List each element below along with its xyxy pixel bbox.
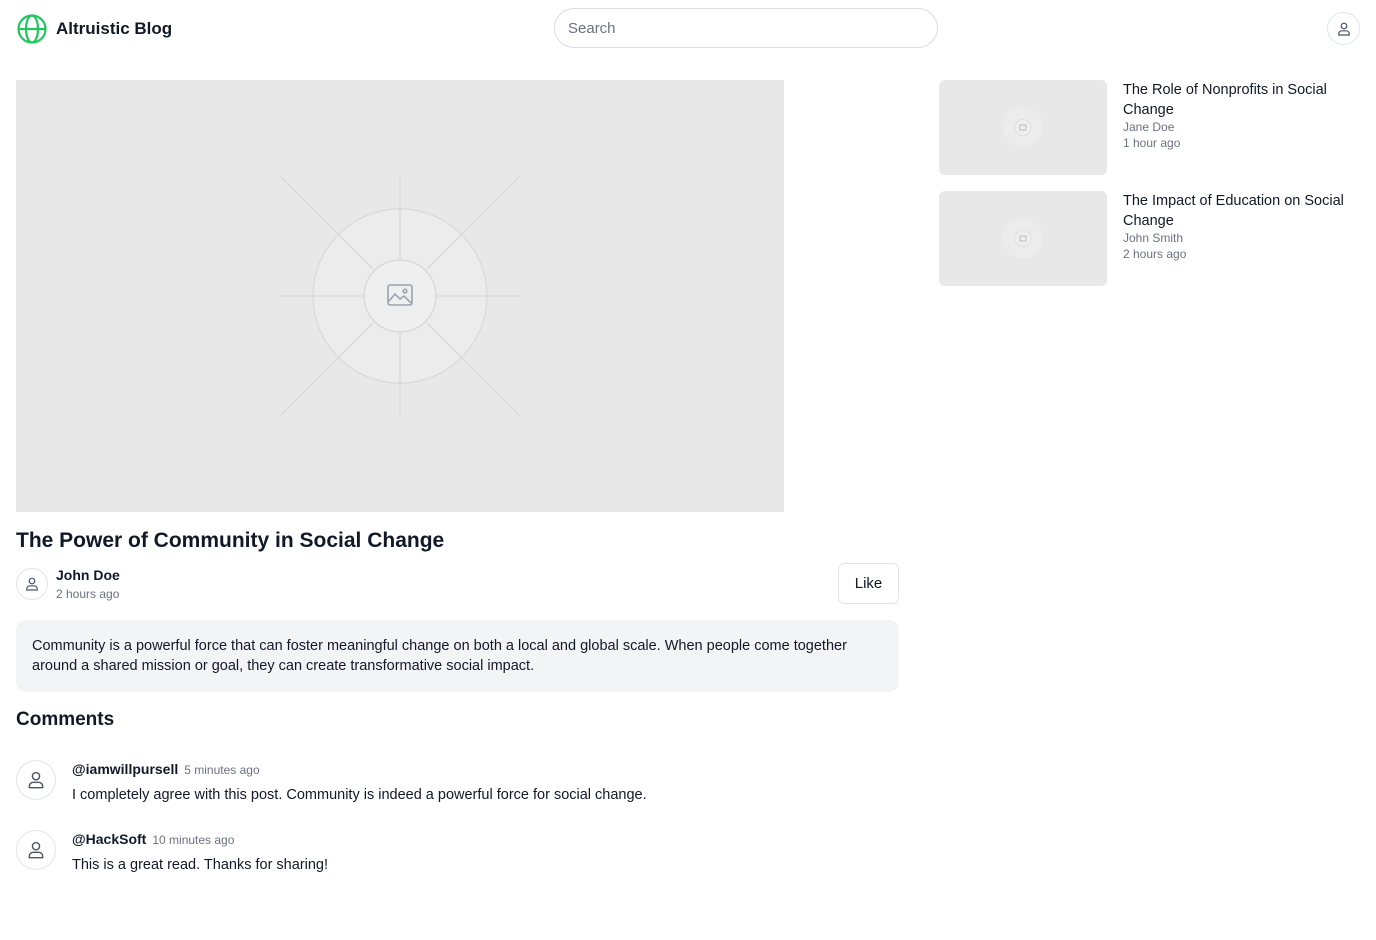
related-post-card[interactable]: The Impact of Education on Social Change… [939, 191, 1360, 286]
top-navbar: Altruistic Blog [0, 0, 1376, 57]
related-post-author: John Smith [1123, 231, 1184, 245]
comment-timestamp: 10 minutes ago [152, 833, 235, 847]
related-post-title[interactable]: The Impact of Education on Social Change [1123, 191, 1360, 231]
app-title: Altruistic Blog [56, 18, 173, 38]
comment-text: I completely agree with this post. Commu… [72, 787, 647, 803]
comment-item: @iamwillpursell 5 minutes ago I completel… [16, 760, 896, 820]
related-post-timestamp: 2 hours ago [1123, 247, 1187, 261]
user-icon [28, 771, 44, 789]
related-post-timestamp: 1 hour ago [1123, 136, 1181, 150]
globe-icon [17, 13, 47, 44]
user-menu-button[interactable] [1327, 12, 1360, 45]
comments-heading: Comments [16, 709, 115, 730]
user-icon [28, 841, 44, 859]
post-body: Community is a powerful force that can f… [16, 620, 899, 692]
comment-handle[interactable]: @HackSoft [72, 831, 146, 847]
commenter-avatar[interactable] [16, 830, 56, 870]
related-post-card[interactable]: The Role of Nonprofits in Social Change … [939, 80, 1360, 175]
comment-author[interactable]: @iamwillpursell 5 minutes ago [72, 761, 260, 777]
comment-text: This is a great read. Thanks for sharing… [72, 857, 329, 873]
related-post-author: Jane Doe [1123, 120, 1175, 134]
author-name[interactable]: John Doe [56, 567, 120, 583]
user-icon [26, 577, 38, 591]
search-input[interactable] [554, 8, 938, 48]
post-title: The Power of Community in Social Change [16, 529, 445, 552]
comment-author[interactable]: @HackSoft 10 minutes ago [72, 831, 234, 847]
comment-item: @HackSoft 10 minutes ago This is a great … [16, 830, 896, 890]
author-avatar[interactable] [16, 568, 48, 600]
post-hero-image [16, 80, 784, 512]
commenter-avatar[interactable] [16, 760, 56, 800]
related-post-thumbnail[interactable] [939, 80, 1107, 175]
comment-handle[interactable]: @iamwillpursell [72, 761, 178, 777]
brand[interactable]: Altruistic Blog [16, 12, 172, 45]
like-button[interactable]: Like [838, 563, 899, 604]
related-post-title[interactable]: The Role of Nonprofits in Social Change [1123, 80, 1360, 120]
comment-timestamp: 5 minutes ago [184, 763, 260, 777]
related-post-thumbnail[interactable] [939, 191, 1107, 286]
post-timestamp: 2 hours ago [56, 587, 120, 601]
user-icon [1337, 22, 1350, 36]
